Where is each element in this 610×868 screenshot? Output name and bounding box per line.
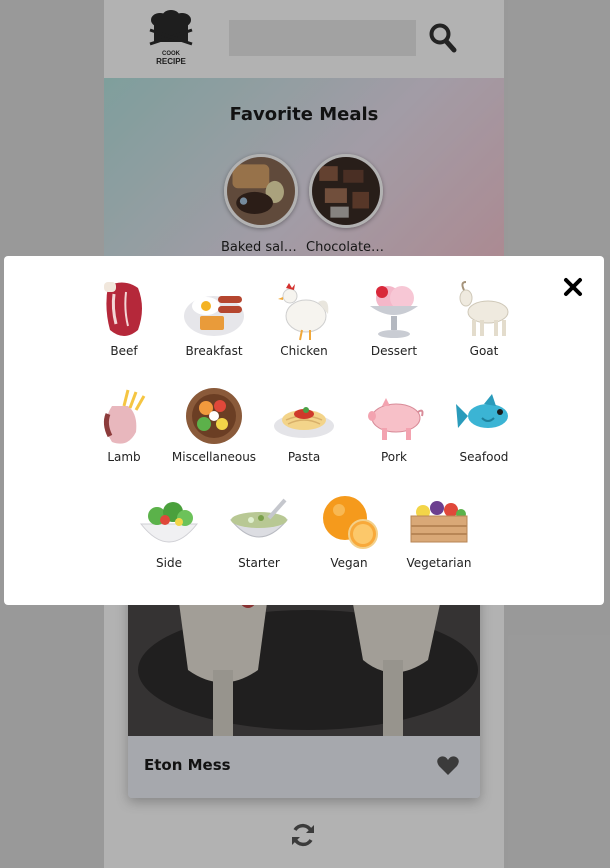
lamb-icon: [103, 389, 146, 444]
category-breakfast[interactable]: Breakfast: [169, 278, 259, 378]
category-pork[interactable]: Pork: [349, 384, 439, 484]
category-label: Goat: [469, 344, 499, 358]
category-chicken[interactable]: Chicken: [259, 278, 349, 378]
close-icon[interactable]: [562, 276, 584, 298]
category-starter[interactable]: Starter: [214, 490, 304, 590]
category-beef[interactable]: Beef: [79, 278, 169, 378]
pork-icon: [368, 398, 424, 440]
category-vegetarian[interactable]: Vegetarian: [394, 490, 484, 590]
category-vegan[interactable]: Vegan: [304, 490, 394, 590]
category-pasta[interactable]: Pasta: [259, 384, 349, 484]
dessert-icon: [370, 286, 418, 338]
category-label: Seafood: [459, 450, 509, 464]
category-label: Pork: [380, 450, 408, 464]
vegetarian-icon: [410, 501, 468, 543]
category-miscellaneous[interactable]: Miscellaneous: [169, 384, 259, 484]
category-seafood[interactable]: Seafood: [439, 384, 529, 484]
starter-icon: [229, 498, 289, 538]
category-lamb[interactable]: Lamb: [79, 384, 169, 484]
category-goat[interactable]: Goat: [439, 278, 529, 378]
pasta-icon: [274, 407, 334, 438]
category-label: Pasta: [287, 450, 321, 464]
beef-icon: [104, 282, 142, 336]
side-icon: [139, 502, 199, 543]
category-label: Miscellaneous: [171, 450, 257, 464]
category-label: Starter: [238, 556, 280, 570]
seafood-icon: [456, 394, 508, 428]
category-label: Vegetarian: [406, 556, 472, 570]
miscellaneous-icon: [186, 388, 242, 444]
category-label: Dessert: [370, 344, 418, 358]
category-label: Lamb: [107, 450, 141, 464]
category-dessert[interactable]: Dessert: [349, 278, 439, 378]
category-label: Chicken: [280, 344, 328, 358]
breakfast-icon: [184, 296, 244, 336]
category-label: Vegan: [330, 556, 368, 570]
chicken-icon: [278, 283, 329, 341]
category-label: Breakfast: [185, 344, 243, 358]
categories-modal: Beef Breakfast Chicken Dessert Goat Lamb…: [4, 256, 604, 605]
goat-icon: [459, 281, 509, 336]
category-label: Beef: [110, 344, 138, 358]
vegan-icon: [323, 496, 378, 549]
category-label: Side: [156, 556, 182, 570]
category-side[interactable]: Side: [124, 490, 214, 590]
